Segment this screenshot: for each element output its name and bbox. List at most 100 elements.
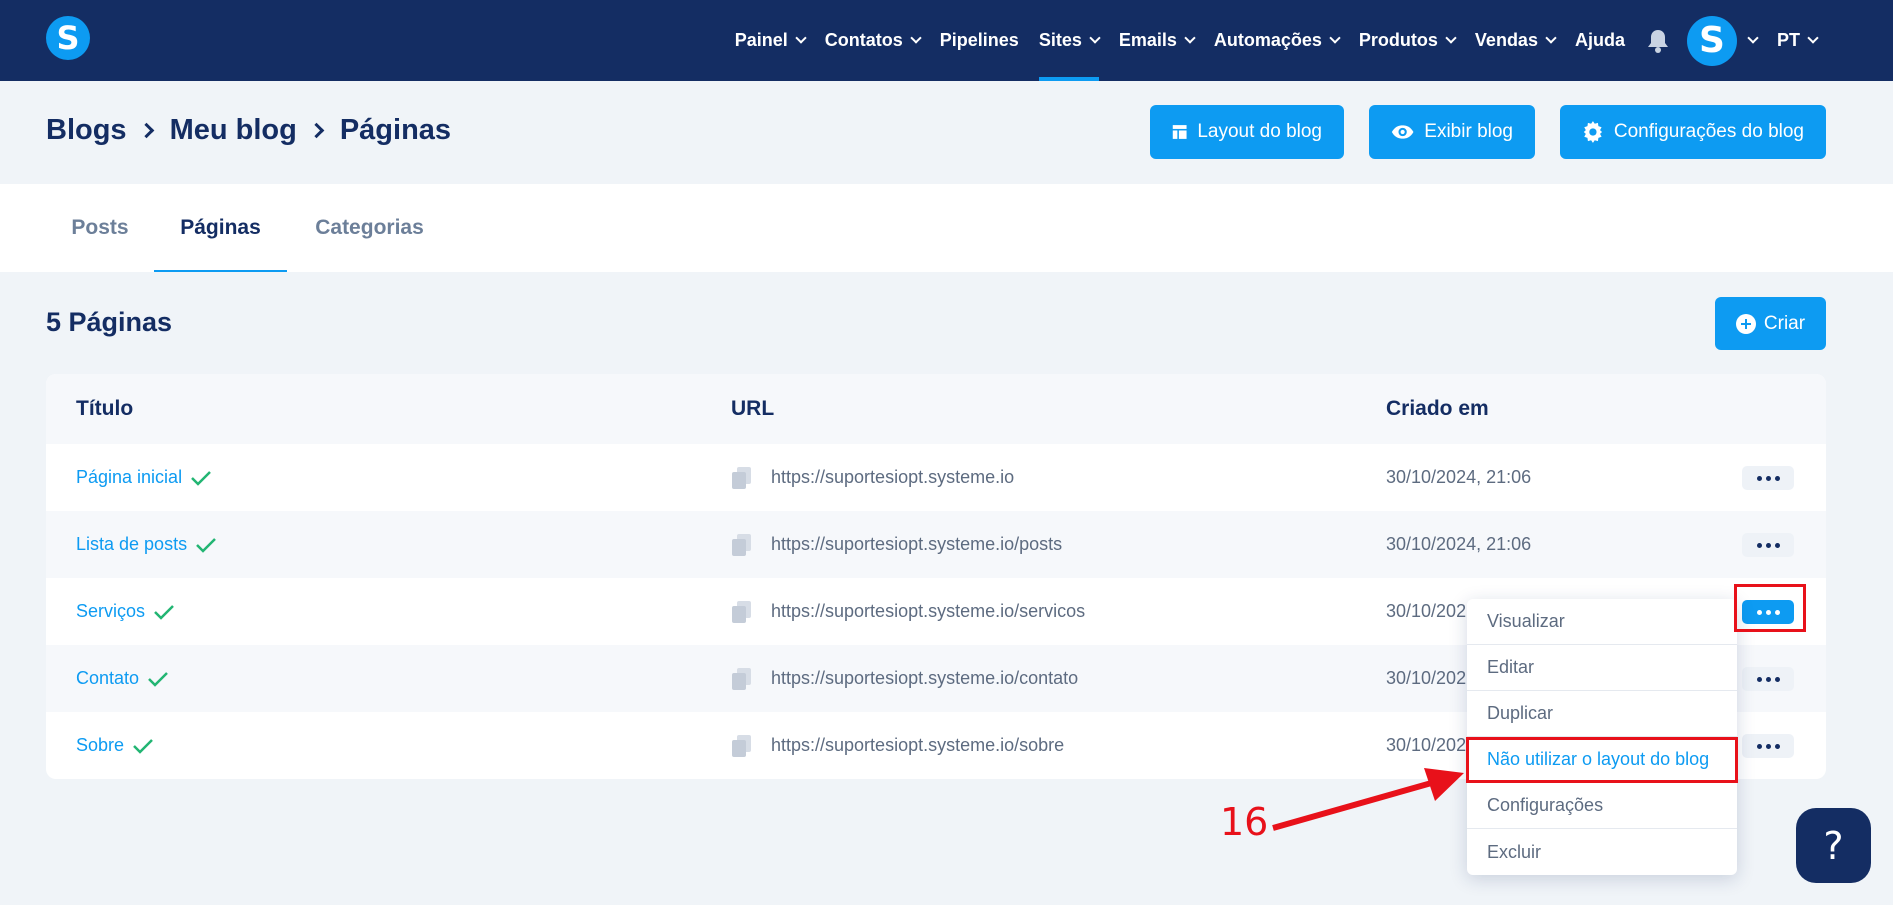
chevron-down-icon: [1089, 32, 1101, 44]
create-button[interactable]: Criar: [1715, 297, 1826, 350]
page-url: https://suportesiopt.systeme.io/contato: [771, 668, 1079, 688]
row-actions-button[interactable]: [1742, 734, 1794, 758]
created-cell: 30/10/202: [1386, 578, 1466, 645]
menu-item-duplicar[interactable]: Duplicar: [1467, 691, 1737, 737]
button-label: Configurações do blog: [1613, 121, 1804, 142]
created-date: 30/10/2024, 21:06: [1386, 534, 1532, 554]
chevron-down-icon: [1184, 32, 1196, 44]
menu-item-excluir[interactable]: Excluir: [1467, 829, 1737, 875]
nav-label: Pipelines: [939, 30, 1019, 50]
created-date: 30/10/202: [1386, 601, 1467, 621]
nav-ajuda[interactable]: Ajuda: [1565, 0, 1635, 81]
nav-sites[interactable]: Sites: [1029, 0, 1109, 81]
page-title-link[interactable]: Serviços: [76, 601, 145, 622]
nav-vendas[interactable]: Vendas: [1465, 0, 1565, 81]
plus-circle-icon: [1735, 313, 1756, 334]
row-actions-button[interactable]: [1742, 533, 1794, 557]
annotation-arrow: [1272, 768, 1464, 831]
check-icon: [154, 604, 174, 620]
copy-icon[interactable]: [731, 600, 753, 624]
pages-count-title: 5 Páginas: [46, 307, 173, 337]
nav-pipelines[interactable]: Pipelines: [930, 0, 1029, 81]
main-nav: Painel Contatos Pipelines Sites Emails A…: [725, 0, 1827, 81]
page-title-link[interactable]: Página inicial: [76, 467, 182, 488]
copy-icon[interactable]: [731, 466, 753, 490]
systeme-logo[interactable]: S: [46, 16, 90, 60]
language-selector[interactable]: PT: [1767, 0, 1827, 81]
view-blog-button[interactable]: Exibir blog: [1369, 105, 1535, 159]
button-label: Layout do blog: [1197, 121, 1322, 142]
nav-automacoes[interactable]: Automações: [1204, 0, 1349, 81]
annotation-highlight-actions: [1734, 584, 1806, 632]
chevron-right-icon: [308, 122, 325, 139]
copy-icon[interactable]: [731, 533, 753, 557]
nav-painel[interactable]: Painel: [725, 0, 815, 81]
menu-item-visualizar[interactable]: Visualizar: [1467, 599, 1737, 645]
title-cell: Contato: [76, 645, 169, 712]
url-cell: https://suportesiopt.systeme.io/contato: [731, 645, 1078, 712]
dot: [1756, 676, 1762, 682]
table-row: Página inicial https://suportesiopt.syst…: [46, 444, 1826, 511]
copy-icon[interactable]: [731, 734, 753, 758]
nav-label: Contatos: [824, 30, 903, 50]
nav-label: Emails: [1118, 30, 1177, 50]
dot: [1756, 542, 1762, 548]
layout-blog-button[interactable]: Layout do blog: [1150, 105, 1344, 159]
check-icon: [191, 470, 211, 486]
url-cell: https://suportesiopt.systeme.io/servicos: [731, 578, 1085, 645]
annotation-step-number: 16: [1220, 800, 1269, 844]
page-url: https://suportesiopt.systeme.io/servicos: [771, 601, 1086, 621]
top-navbar: S Painel Contatos Pipelines Sites Emails…: [0, 0, 1893, 81]
blog-settings-button[interactable]: Configurações do blog: [1560, 105, 1826, 159]
tab-bar: Posts Páginas Categorias: [0, 184, 1893, 272]
breadcrumb-meu-blog[interactable]: Meu blog: [170, 114, 297, 147]
chevron-down-icon: [795, 32, 807, 44]
button-label: Criar: [1763, 312, 1806, 334]
dot: [1756, 743, 1762, 749]
help-chat-button[interactable]: ?: [1796, 808, 1871, 883]
chevron-down-icon: [1545, 32, 1557, 44]
breadcrumb-blogs[interactable]: Blogs: [46, 114, 127, 147]
chevron-down-icon: [1329, 32, 1341, 44]
row-actions-button[interactable]: [1742, 667, 1794, 691]
header-created: Criado em: [1386, 397, 1489, 420]
breadcrumb-paginas: Páginas: [339, 114, 452, 146]
dot: [1765, 743, 1771, 749]
nav-emails[interactable]: Emails: [1109, 0, 1204, 81]
title-cell: Página inicial: [76, 444, 212, 511]
page-title-link[interactable]: Lista de posts: [76, 534, 187, 555]
page-title-link[interactable]: Sobre: [76, 735, 124, 756]
title-cell: Lista de posts: [76, 511, 217, 578]
page-url: https://suportesiopt.systeme.io: [771, 467, 1015, 487]
nav-produtos[interactable]: Produtos: [1349, 0, 1465, 81]
bell-icon[interactable]: [1643, 29, 1673, 53]
tab-categorias[interactable]: Categorias: [287, 184, 452, 272]
created-date: 30/10/2024, 21:06: [1386, 467, 1532, 487]
dot: [1765, 475, 1771, 481]
dot: [1765, 676, 1771, 682]
menu-item-configuracoes[interactable]: Configurações: [1467, 783, 1737, 829]
button-label: Exibir blog: [1424, 121, 1513, 142]
dot: [1774, 676, 1780, 682]
header-title: Título: [76, 397, 134, 420]
chevron-down-icon: [1747, 32, 1759, 44]
tab-paginas[interactable]: Páginas: [154, 184, 287, 272]
nav-contatos[interactable]: Contatos: [815, 0, 930, 81]
user-menu[interactable]: S: [1686, 15, 1767, 66]
row-actions-button[interactable]: [1742, 466, 1794, 490]
header-url: URL: [731, 397, 775, 420]
page-header: Blogs Meu blog Páginas Layout do blog Ex…: [0, 81, 1893, 184]
chevron-right-icon: [138, 122, 154, 139]
copy-icon[interactable]: [731, 667, 753, 691]
menu-item-editar[interactable]: Editar: [1467, 645, 1737, 691]
created-date: 30/10/202: [1386, 735, 1467, 755]
page-title-link[interactable]: Contato: [76, 668, 139, 689]
nav-label: Produtos: [1358, 30, 1438, 50]
tab-posts[interactable]: Posts: [46, 184, 154, 272]
dot: [1765, 542, 1771, 548]
chevron-down-icon: [910, 32, 922, 44]
nav-label: Sites: [1038, 30, 1082, 50]
chevron-down-icon: [1445, 32, 1457, 44]
dot: [1756, 475, 1762, 481]
check-icon: [196, 537, 216, 553]
